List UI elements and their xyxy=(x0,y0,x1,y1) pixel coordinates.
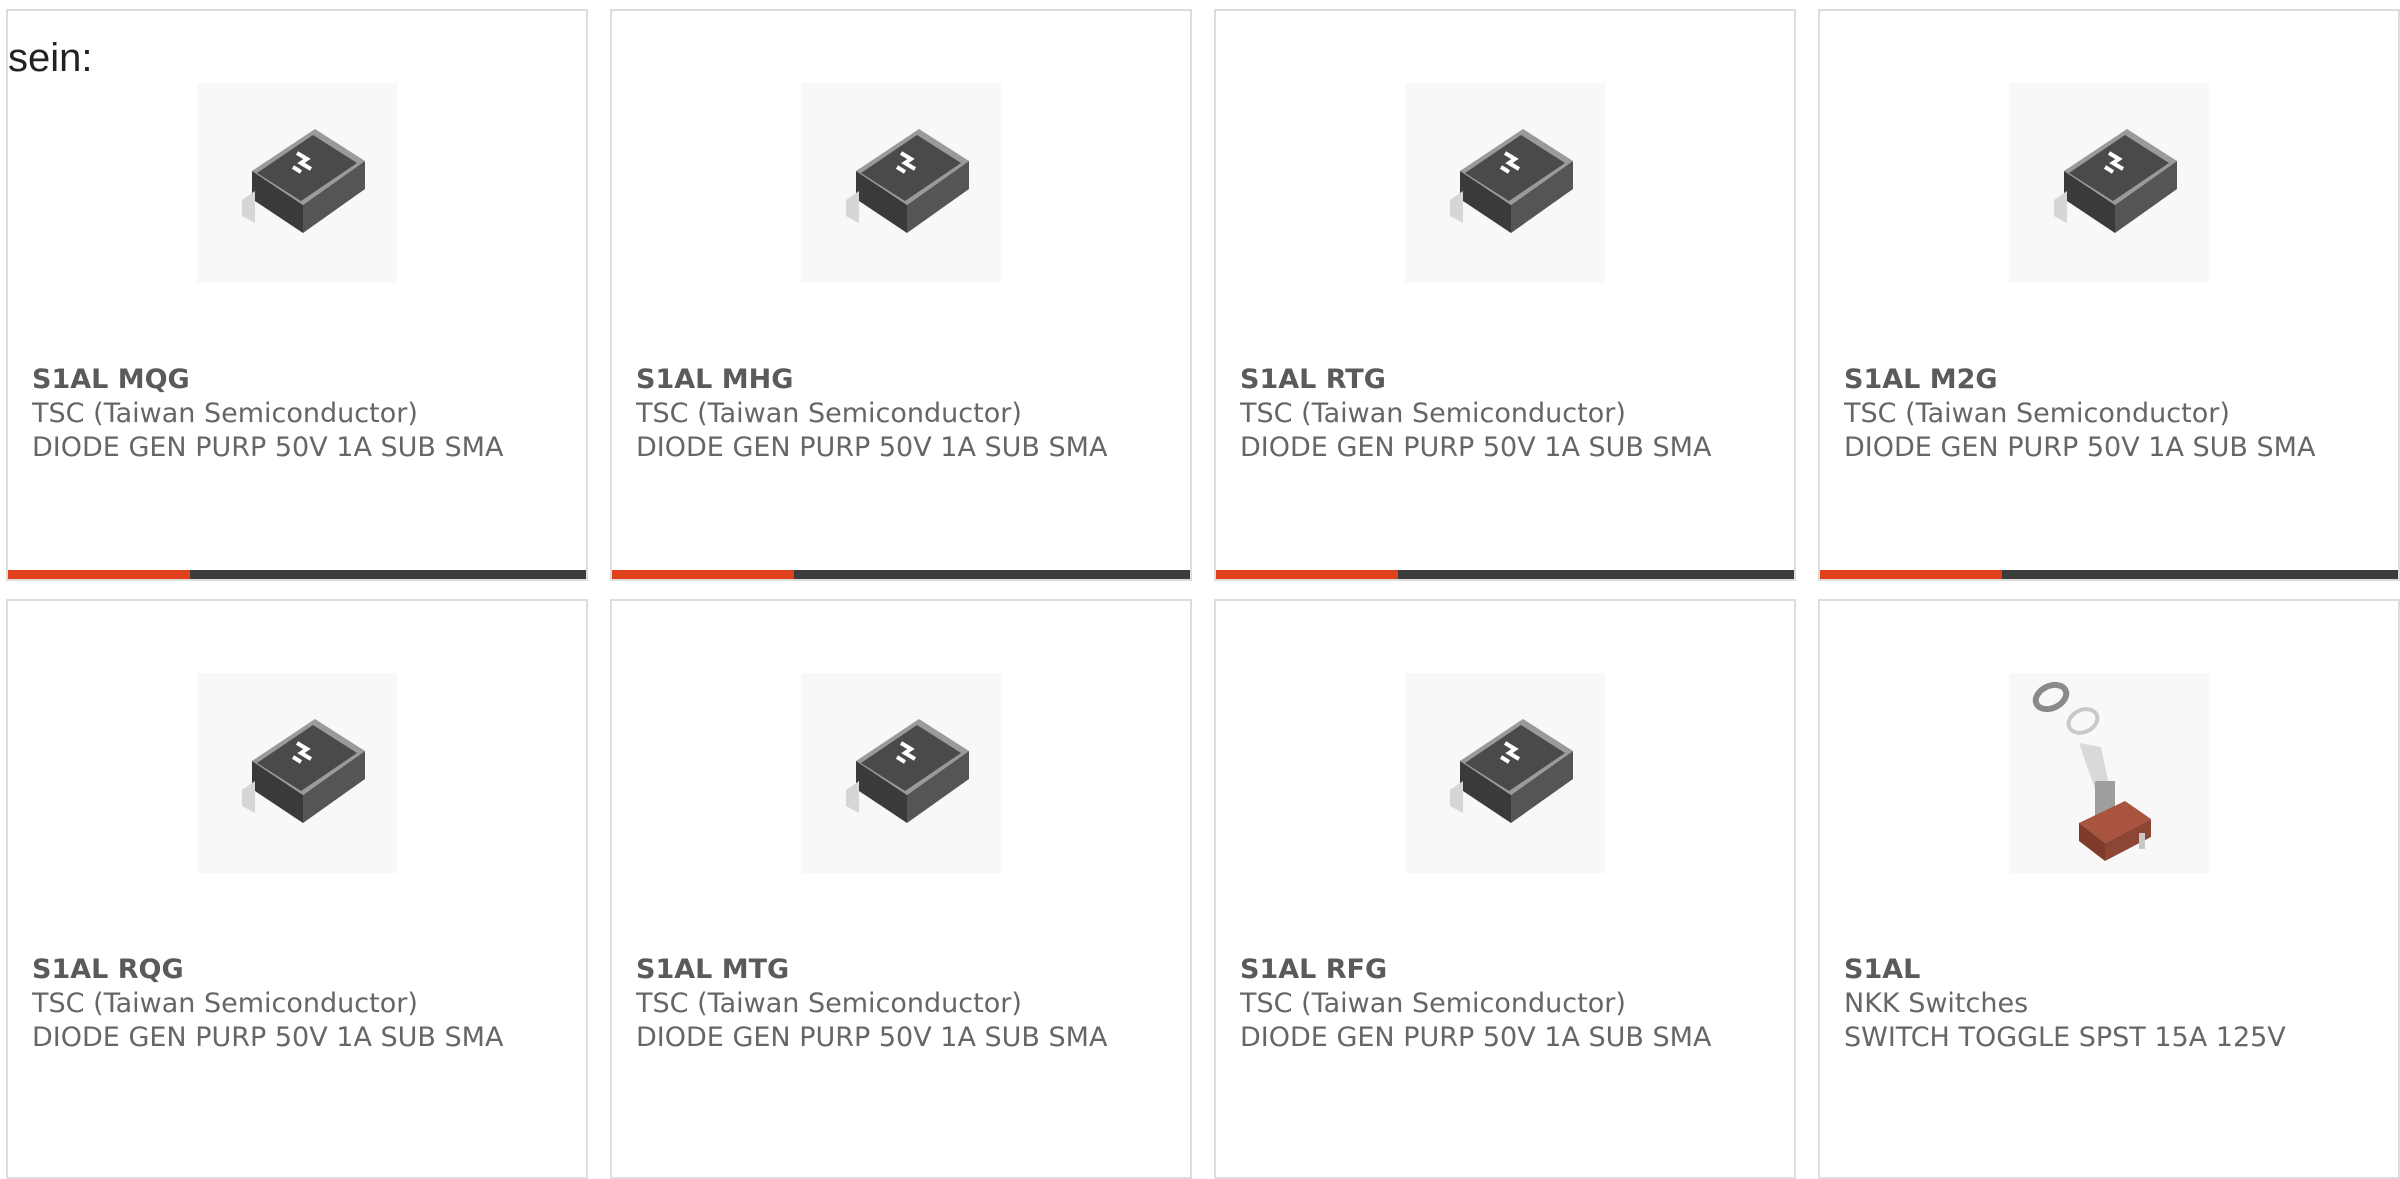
part-number[interactable]: S1AL RFG xyxy=(1240,953,1774,987)
product-card[interactable]: S1AL M2G TSC (Taiwan Semiconductor) DIOD… xyxy=(1818,9,2400,581)
sma-diode-icon[interactable] xyxy=(197,673,397,873)
part-number[interactable]: S1AL MTG xyxy=(636,953,1170,987)
card-bottom-bar xyxy=(612,570,1190,579)
description: DIODE GEN PURP 50V 1A SUB SMA xyxy=(636,1022,1108,1053)
description: DIODE GEN PURP 50V 1A SUB SMA xyxy=(1240,1022,1712,1053)
product-info: S1AL RTG TSC (Taiwan Semiconductor) DIOD… xyxy=(1240,363,1774,465)
product-card[interactable]: S1AL RTG TSC (Taiwan Semiconductor) DIOD… xyxy=(1214,9,1796,581)
manufacturer: TSC (Taiwan Semiconductor) xyxy=(32,988,418,1019)
card-bottom-bar xyxy=(1216,570,1794,579)
description: DIODE GEN PURP 50V 1A SUB SMA xyxy=(1240,432,1712,463)
manufacturer: NKK Switches xyxy=(1844,988,2029,1019)
part-number[interactable]: S1AL MHG xyxy=(636,363,1170,397)
product-info: S1AL MQG TSC (Taiwan Semiconductor) DIOD… xyxy=(32,363,566,465)
product-info: S1AL M2G TSC (Taiwan Semiconductor) DIOD… xyxy=(1844,363,2378,465)
intro-text: sein: xyxy=(8,36,93,80)
part-number[interactable]: S1AL xyxy=(1844,953,2378,987)
card-accent-bar xyxy=(612,570,794,579)
sma-diode-icon[interactable] xyxy=(801,673,1001,873)
description: DIODE GEN PURP 50V 1A SUB SMA xyxy=(1844,432,2316,463)
card-bottom-bar xyxy=(8,570,586,579)
manufacturer: TSC (Taiwan Semiconductor) xyxy=(1240,988,1626,1019)
product-info: S1AL MHG TSC (Taiwan Semiconductor) DIOD… xyxy=(636,363,1170,465)
product-card[interactable]: S1AL RFG TSC (Taiwan Semiconductor) DIOD… xyxy=(1214,599,1796,1179)
sma-diode-icon[interactable] xyxy=(197,83,397,283)
card-bottom-bar xyxy=(1820,570,2398,579)
description: SWITCH TOGGLE SPST 15A 125V xyxy=(1844,1022,2286,1053)
part-number[interactable]: S1AL M2G xyxy=(1844,363,2378,397)
sma-diode-icon[interactable] xyxy=(2009,83,2209,283)
product-info: S1AL NKK Switches SWITCH TOGGLE SPST 15A… xyxy=(1844,953,2378,1055)
description: DIODE GEN PURP 50V 1A SUB SMA xyxy=(32,432,504,463)
description: DIODE GEN PURP 50V 1A SUB SMA xyxy=(636,432,1108,463)
product-info: S1AL RFG TSC (Taiwan Semiconductor) DIOD… xyxy=(1240,953,1774,1055)
product-card[interactable]: S1AL MQG TSC (Taiwan Semiconductor) DIOD… xyxy=(6,9,588,581)
product-card[interactable]: S1AL RQG TSC (Taiwan Semiconductor) DIOD… xyxy=(6,599,588,1179)
product-card[interactable]: S1AL NKK Switches SWITCH TOGGLE SPST 15A… xyxy=(1818,599,2400,1179)
product-card[interactable]: S1AL MHG TSC (Taiwan Semiconductor) DIOD… xyxy=(610,9,1192,581)
product-grid: S1AL MQG TSC (Taiwan Semiconductor) DIOD… xyxy=(0,0,2400,1179)
product-info: S1AL RQG TSC (Taiwan Semiconductor) DIOD… xyxy=(32,953,566,1055)
description: DIODE GEN PURP 50V 1A SUB SMA xyxy=(32,1022,504,1053)
manufacturer: TSC (Taiwan Semiconductor) xyxy=(32,398,418,429)
product-info: S1AL MTG TSC (Taiwan Semiconductor) DIOD… xyxy=(636,953,1170,1055)
manufacturer: TSC (Taiwan Semiconductor) xyxy=(1844,398,2230,429)
part-number[interactable]: S1AL MQG xyxy=(32,363,566,397)
manufacturer: TSC (Taiwan Semiconductor) xyxy=(636,398,1022,429)
card-accent-bar xyxy=(8,570,190,579)
sma-diode-icon[interactable] xyxy=(1405,83,1605,283)
part-number[interactable]: S1AL RTG xyxy=(1240,363,1774,397)
card-accent-bar xyxy=(1216,570,1398,579)
manufacturer: TSC (Taiwan Semiconductor) xyxy=(636,988,1022,1019)
toggle-switch-icon[interactable] xyxy=(2009,673,2209,873)
product-card[interactable]: S1AL MTG TSC (Taiwan Semiconductor) DIOD… xyxy=(610,599,1192,1179)
card-accent-bar xyxy=(1820,570,2002,579)
part-number[interactable]: S1AL RQG xyxy=(32,953,566,987)
sma-diode-icon[interactable] xyxy=(1405,673,1605,873)
manufacturer: TSC (Taiwan Semiconductor) xyxy=(1240,398,1626,429)
sma-diode-icon[interactable] xyxy=(801,83,1001,283)
